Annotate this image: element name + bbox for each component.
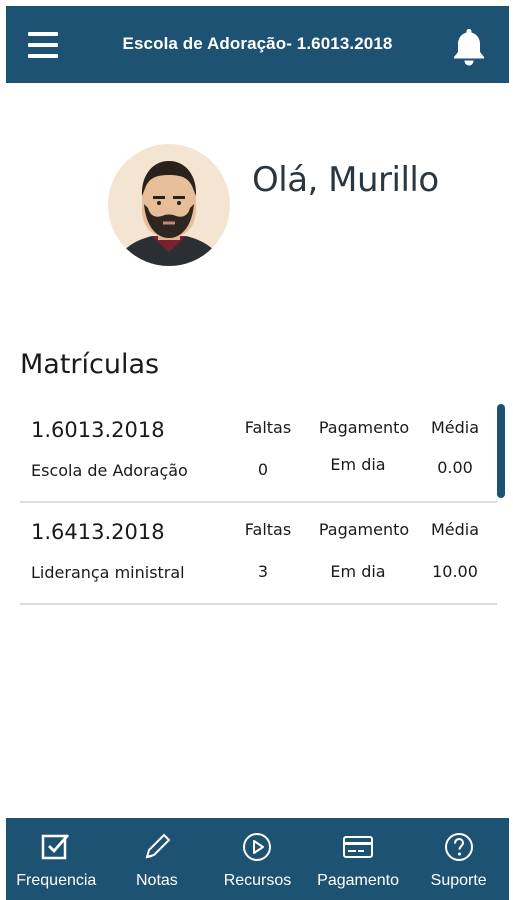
average-value: 0.00 (437, 458, 473, 477)
notifications-button[interactable] (449, 26, 489, 68)
enrollment-card[interactable]: 1.6013.2018 Escola de Adoração Faltas Pa… (20, 401, 497, 503)
enrollment-card[interactable]: 1.6413.2018 Liderança ministral Faltas P… (20, 503, 497, 605)
menu-icon-bar (28, 43, 58, 47)
play-circle-icon (243, 833, 272, 861)
menu-button[interactable] (28, 30, 64, 62)
help-circle-icon (444, 833, 473, 861)
absences-header: Faltas (244, 520, 292, 539)
page-title: Escola de Adoração- 1.6013.2018 (122, 34, 393, 53)
menu-icon-bar (28, 54, 58, 58)
credit-card-icon (343, 836, 374, 858)
tab-notas[interactable]: Notas (107, 818, 208, 900)
enrollment-code: 1.6013.2018 (31, 418, 165, 442)
tab-frequencia[interactable]: Frequencia (6, 818, 107, 900)
average-header: Média (430, 418, 480, 437)
payment-header: Pagamento (318, 418, 410, 437)
tab-suporte[interactable]: Suporte (408, 818, 509, 900)
average-value: 10.00 (432, 562, 478, 581)
bell-icon (454, 29, 484, 66)
tab-label: Recursos (223, 872, 292, 889)
tab-label: Pagamento (317, 872, 399, 889)
tab-label: Frequencia (16, 872, 97, 889)
list-scrollbar[interactable] (497, 404, 505, 498)
pencil-icon (145, 833, 171, 859)
payment-status: Em dia (330, 455, 386, 474)
greeting-text: Olá, Murillo (252, 160, 439, 200)
bottom-tab-bar: Frequencia Notas Recursos Pagamento Supo… (6, 818, 509, 900)
average-header: Média (430, 520, 480, 539)
course-name: Liderança ministral (31, 563, 185, 582)
absences-value: 3 (257, 562, 269, 581)
checkbox-icon (42, 834, 70, 860)
bearded-man-avatar-icon (108, 144, 230, 266)
enrollments-title: Matrículas (20, 349, 160, 380)
payment-status: Em dia (330, 562, 386, 581)
enrollment-code: 1.6413.2018 (31, 520, 165, 544)
absences-value: 0 (257, 460, 269, 479)
absences-header: Faltas (244, 418, 292, 437)
avatar (108, 144, 230, 266)
tab-label: Suporte (430, 872, 487, 889)
tab-pagamento[interactable]: Pagamento (308, 818, 409, 900)
payment-header: Pagamento (318, 520, 410, 539)
course-name: Escola de Adoração (31, 461, 188, 480)
app-header: Escola de Adoração- 1.6013.2018 (6, 6, 509, 83)
tab-label: Notas (135, 872, 178, 889)
menu-icon-bar (28, 32, 58, 36)
tab-recursos[interactable]: Recursos (207, 818, 308, 900)
